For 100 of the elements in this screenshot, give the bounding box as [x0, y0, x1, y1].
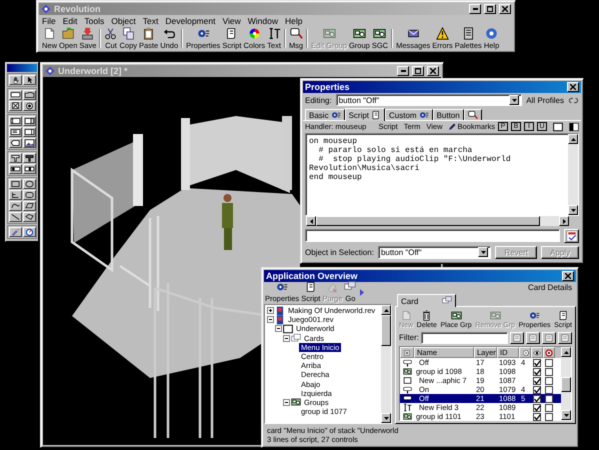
right-arrow-icon: [562, 218, 566, 224]
checkbox[interactable]: [545, 368, 553, 376]
checkbox-icon: [10, 102, 21, 110]
filter-button[interactable]: [510, 332, 524, 344]
code-line: on mouseup: [309, 137, 358, 146]
dial-icon: [529, 310, 540, 321]
menu-item[interactable]: File: [42, 16, 56, 25]
dial-icon: [196, 27, 210, 40]
checkbox[interactable]: [545, 376, 553, 384]
tab[interactable]: Basic: [305, 109, 345, 120]
down-arrow-icon: [384, 416, 388, 420]
checkbox[interactable]: [545, 412, 553, 420]
filter-field[interactable]: [421, 332, 508, 344]
column-header[interactable]: [519, 347, 531, 358]
editing-dropdown[interactable]: button "Off": [336, 94, 522, 106]
checkbox[interactable]: [545, 404, 553, 412]
checkbox[interactable]: [533, 368, 541, 376]
text-field-icon: [402, 403, 412, 412]
filter-button[interactable]: [558, 332, 572, 344]
tab[interactable]: Button: [432, 109, 464, 120]
scroll-icon: [558, 310, 569, 321]
editing-label: Editing:: [305, 96, 332, 104]
filter-label: Filter:: [399, 333, 419, 342]
checkbox[interactable]: [533, 404, 541, 412]
filter-button[interactable]: [542, 332, 556, 344]
scroll-icon: [304, 281, 317, 293]
page-icon: [400, 310, 412, 321]
menu-item[interactable]: Object: [111, 16, 136, 25]
cards-icon: [291, 333, 301, 344]
stack-icon: [275, 306, 285, 316]
selection-dropdown[interactable]: button "Off": [378, 246, 492, 258]
polygon-icon: [10, 191, 21, 199]
group-icon: [402, 412, 412, 421]
checkbox[interactable]: [533, 386, 541, 394]
maximize-button[interactable]: [484, 4, 496, 14]
expand-button[interactable]: [360, 289, 364, 296]
checkbox[interactable]: [545, 358, 553, 366]
figure-drawing: [222, 194, 233, 250]
window-title: Properties: [305, 82, 350, 92]
tab[interactable]: [464, 109, 482, 120]
checkbox[interactable]: [533, 376, 541, 384]
radio-icon: [24, 102, 35, 110]
pencil-icon: [448, 122, 456, 130]
close-icon: [502, 6, 508, 12]
panes-icon: [569, 122, 579, 132]
button-icon: [402, 385, 412, 394]
up-arrow-icon: [384, 308, 388, 312]
tool-button[interactable]: [23, 138, 36, 148]
menu-item[interactable]: Development: [165, 16, 216, 25]
text-cursor-icon: [268, 27, 281, 40]
menu-item[interactable]: View: [222, 16, 241, 25]
close-button[interactable]: [499, 4, 511, 14]
checkbox[interactable]: [545, 394, 553, 402]
close-button[interactable]: [427, 66, 439, 76]
script-editor[interactable]: on mouseup # pararlo solo si está en marcha # stop playing audioClip "F:\Underworld Revolution\Musica\sacri end mouseup: [305, 133, 579, 216]
checkbox[interactable]: [533, 358, 541, 366]
close-icon: [565, 273, 571, 279]
menu-item[interactable]: Help: [284, 16, 302, 25]
scroll-thumb[interactable]: [561, 377, 571, 392]
close-button[interactable]: [562, 271, 574, 281]
checkbox[interactable]: [533, 394, 541, 402]
minimize-button[interactable]: [397, 66, 409, 76]
curve-icon: [10, 202, 21, 210]
pages-icon: [122, 27, 135, 40]
warning-icon: [436, 27, 449, 40]
tab[interactable]: Custom: [385, 109, 433, 120]
maximize-button[interactable]: [412, 66, 424, 76]
freehand-icon: [24, 202, 35, 210]
menu-item[interactable]: Text: [142, 16, 158, 25]
window-title: Application Overview: [266, 271, 358, 281]
eye-icon: [533, 348, 541, 356]
maximize-icon: [415, 68, 421, 74]
column-header[interactable]: [543, 347, 555, 358]
scrollbar[interactable]: [568, 134, 578, 215]
scrolling-field-icon: [24, 128, 35, 136]
color-wheel-icon: [248, 27, 261, 40]
group-icon: [322, 27, 336, 40]
button-icon: [10, 91, 21, 99]
scroll-thumb[interactable]: [381, 315, 391, 346]
menu-item[interactable]: Window: [248, 16, 278, 25]
minimize-button[interactable]: [469, 4, 481, 14]
tab[interactable]: Card: [397, 294, 456, 307]
scrollbar[interactable]: [381, 305, 391, 423]
scrollbar[interactable]: [561, 347, 571, 420]
close-button[interactable]: [567, 82, 579, 92]
rounded-rectangle-icon: [24, 191, 35, 199]
menu-item[interactable]: Edit: [62, 16, 78, 25]
card-icon: [528, 332, 538, 342]
page-icon: [43, 27, 56, 40]
spellcheck-button[interactable]: [564, 228, 579, 242]
group-icon: [352, 27, 366, 40]
tab[interactable]: Script: [344, 108, 386, 121]
minimize-icon: [472, 8, 478, 10]
message-field[interactable]: [305, 229, 560, 242]
menu-item[interactable]: Tools: [84, 16, 104, 25]
selection-label: Object in Selection:: [305, 248, 374, 256]
checkbox[interactable]: [533, 412, 541, 420]
folder-icon: [62, 27, 75, 40]
checkbox[interactable]: [545, 386, 553, 394]
filter-button[interactable]: [526, 332, 540, 344]
